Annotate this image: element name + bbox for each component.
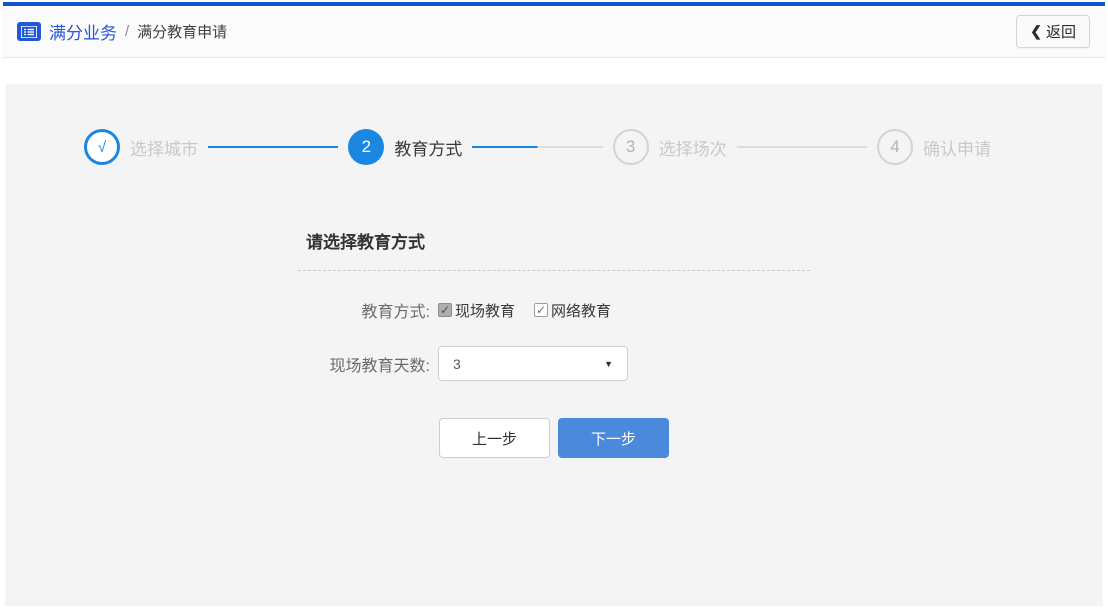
education-mode-options: 现场教育 网络教育: [438, 300, 611, 321]
education-mode-form: 请选择教育方式 教育方式: 现场教育 网络教育 现场教育天数: 3 ▼: [298, 228, 810, 458]
prev-step-button[interactable]: 上一步: [439, 418, 550, 458]
dashed-divider: [298, 270, 810, 271]
checkbox-online-label: 网络教育: [551, 300, 611, 321]
header: 满分业务 / 满分教育申请 ❮ 返回: [3, 6, 1105, 58]
breadcrumb: 满分业务 / 满分教育申请: [17, 19, 227, 44]
back-button-label: 返回: [1046, 21, 1076, 42]
stepper: √ 选择城市 2 教育方式 3 选择场次 4 确认申请: [5, 129, 1103, 165]
onsite-days-label: 现场教育天数:: [298, 352, 438, 376]
step-1-check-icon: √: [84, 129, 120, 165]
education-mode-label: 教育方式:: [298, 298, 438, 322]
back-button[interactable]: ❮ 返回: [1016, 15, 1090, 48]
step-4-label: 确认申请: [923, 135, 991, 160]
form-title: 请选择教育方式: [298, 228, 810, 253]
checkbox-checked-icon[interactable]: [534, 303, 548, 317]
breadcrumb-separator: /: [125, 23, 129, 40]
step-2-indicator: 2: [348, 129, 384, 165]
next-step-button[interactable]: 下一步: [558, 418, 669, 458]
breadcrumb-primary[interactable]: 满分业务: [49, 19, 117, 44]
checkbox-onsite-label: 现场教育: [455, 300, 515, 321]
step-select-session: 3 选择场次: [613, 129, 727, 165]
step-3-label: 选择场次: [659, 135, 727, 160]
step-confirm-application: 4 确认申请: [877, 129, 991, 165]
checkbox-onsite-education[interactable]: 现场教育: [438, 300, 515, 321]
checkbox-online-education[interactable]: 网络教育: [534, 300, 611, 321]
step-education-mode: 2 教育方式: [348, 129, 462, 165]
step-connector-1: [208, 146, 338, 148]
dropdown-arrow-icon: ▼: [604, 359, 613, 369]
breadcrumb-secondary: 满分教育申请: [137, 21, 227, 42]
onsite-days-select[interactable]: 3 ▼: [438, 346, 628, 381]
list-icon: [17, 22, 41, 41]
step-1-label: 选择城市: [130, 135, 198, 160]
step-2-label: 教育方式: [394, 135, 462, 160]
content-panel: √ 选择城市 2 教育方式 3 选择场次 4 确认申请 请选择教育方式 教育方式…: [5, 84, 1103, 606]
step-select-city: √ 选择城市: [84, 129, 198, 165]
step-4-indicator: 4: [877, 129, 913, 165]
onsite-days-row: 现场教育天数: 3 ▼: [298, 346, 810, 381]
chevron-left-icon: ❮: [1030, 23, 1042, 40]
step-3-indicator: 3: [613, 129, 649, 165]
wizard-buttons: 上一步 下一步: [298, 418, 810, 458]
step-connector-2: [472, 146, 602, 148]
step-connector-3: [737, 146, 867, 148]
checkbox-checked-disabled-icon[interactable]: [438, 303, 452, 317]
education-mode-row: 教育方式: 现场教育 网络教育: [298, 298, 810, 322]
onsite-days-value: 3: [453, 356, 461, 372]
